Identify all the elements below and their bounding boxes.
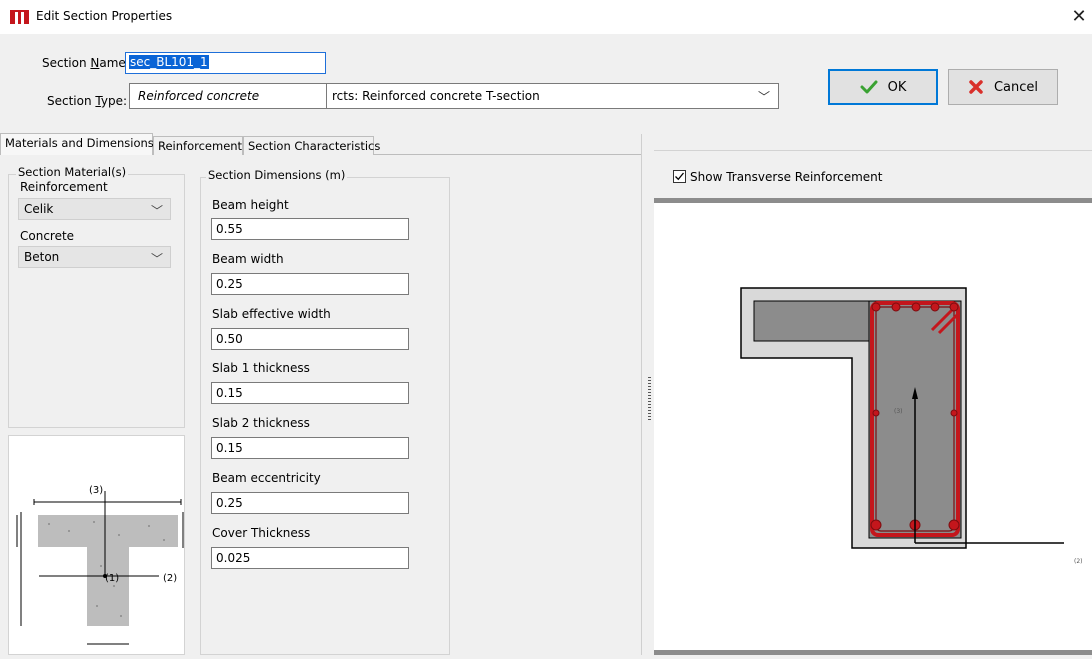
beam-eccentricity-input[interactable]: 0.25	[211, 492, 409, 514]
checkbox-check-icon	[675, 172, 685, 181]
reinforcement-material-select[interactable]: Celik ﹀	[18, 198, 171, 220]
viewer-axis-2: (2)	[1074, 558, 1083, 565]
checkmark-icon	[860, 80, 878, 94]
reinforcement-material-value: Celik	[24, 202, 54, 216]
chevron-down-icon: ﹀	[150, 252, 163, 266]
title-bar: Edit Section Properties ✕	[0, 0, 1092, 34]
tab-reinforcement[interactable]: Reinforcement	[153, 136, 243, 155]
beam-height-input[interactable]: 0.55	[211, 218, 409, 240]
preview-axis-1: (1)	[105, 573, 119, 584]
viewer-bottom-border	[654, 650, 1092, 655]
panel-separator	[641, 134, 642, 655]
preview-axis-2: (2)	[163, 573, 177, 584]
window-title: Edit Section Properties	[36, 9, 173, 23]
concrete-material-value: Beton	[24, 250, 60, 264]
section-type-category: Reinforced concrete	[138, 89, 260, 103]
slab-2-thickness-label: Slab 2 thickness	[212, 416, 310, 430]
tab-materials-dimensions[interactable]: Materials and Dimensions	[0, 133, 154, 155]
tab-section-characteristics[interactable]: Section Characteristics	[243, 136, 380, 155]
chevron-down-icon: ﹀	[758, 90, 771, 104]
section-name-label: Section Name:	[42, 56, 130, 70]
slab-1-thickness-label: Slab 1 thickness	[212, 361, 310, 375]
ok-button[interactable]: OK	[828, 69, 938, 105]
cancel-button[interactable]: Cancel	[948, 69, 1058, 105]
section-name-input[interactable]: sec_BL101_1	[125, 52, 326, 74]
reinforcement-label: Reinforcement	[20, 180, 108, 194]
beam-width-input[interactable]: 0.25	[211, 273, 409, 295]
show-transverse-label: Show Transverse Reinforcement	[690, 170, 883, 184]
concrete-label: Concrete	[20, 229, 75, 243]
ok-button-label: OK	[887, 79, 907, 95]
section-type-value: rcts: Reinforced concrete T-section	[332, 89, 540, 103]
section-type-label: Section Type:	[47, 94, 128, 108]
cover-thickness-label: Cover Thickness	[212, 526, 311, 540]
preview-axis-3: (3)	[89, 485, 103, 496]
splitter-handle[interactable]	[648, 377, 651, 421]
show-transverse-checkbox[interactable]	[673, 170, 686, 183]
materials-group-title: Section Material(s)	[16, 165, 129, 179]
section-name-value: sec_BL101_1	[129, 55, 209, 69]
section-viewer-canvas[interactable]: (3) (2)	[654, 198, 1092, 655]
slab-effective-width-label: Slab effective width	[212, 307, 331, 321]
viewer-axis-3: (3)	[894, 408, 903, 415]
section-type-divider	[326, 84, 327, 108]
t-section-drawing: (3) (2)	[740, 287, 1083, 565]
beam-eccentricity-label: Beam eccentricity	[212, 471, 321, 485]
close-icon[interactable]: ✕	[1066, 3, 1092, 31]
dimensions-group-title: Section Dimensions (m)	[206, 168, 348, 182]
cancel-x-icon	[969, 80, 983, 94]
app-icon	[10, 10, 29, 24]
section-schematic-preview: (3) (1) (2)	[8, 435, 185, 655]
beam-height-label: Beam height	[212, 198, 289, 212]
section-type-select[interactable]: Reinforced concrete rcts: Reinforced con…	[129, 83, 779, 109]
cancel-button-label: Cancel	[993, 79, 1039, 95]
slab-effective-width-input[interactable]: 0.50	[211, 328, 409, 350]
slab-1-thickness-input[interactable]: 0.15	[211, 382, 409, 404]
chevron-down-icon: ﹀	[150, 204, 163, 218]
beam-width-label: Beam width	[212, 252, 284, 266]
slab-2-thickness-input[interactable]: 0.15	[211, 437, 409, 459]
cover-thickness-input[interactable]: 0.025	[211, 547, 409, 569]
t-section-schematic: (3) (1) (2)	[16, 485, 184, 645]
concrete-material-select[interactable]: Beton ﹀	[18, 246, 171, 268]
